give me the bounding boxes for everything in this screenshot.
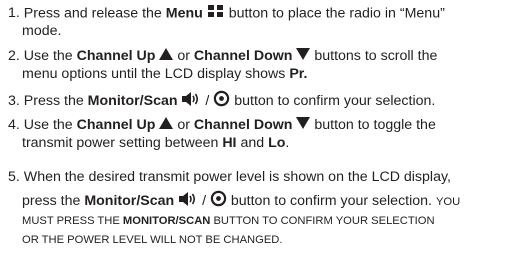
triangle-up-icon xyxy=(159,47,174,65)
step-4: 4. Use the Channel Up or Channel Down bu… xyxy=(8,116,436,134)
step-text: When the desired transmit power level is… xyxy=(23,169,451,185)
menu-grid-icon xyxy=(207,4,225,23)
speaker-icon xyxy=(178,191,198,212)
step-1: 1. Press and release the Menu button to … xyxy=(8,4,445,23)
caps-text: BUTTON TO CONFIRM YOUR SELECTION xyxy=(210,215,435,227)
scan-icon xyxy=(213,90,230,112)
lo-label: Lo xyxy=(268,135,286,151)
speaker-icon xyxy=(181,91,201,112)
step-5: 5. When the desired transmit power level… xyxy=(8,168,451,186)
step-5-line-2: press the Monitor/Scan / button to confi… xyxy=(22,190,460,212)
triangle-up-icon xyxy=(159,116,174,134)
step-text: . xyxy=(285,135,290,151)
hi-label: HI xyxy=(222,135,237,151)
step-number: 1. xyxy=(8,5,20,22)
channel-down-label: Channel Down xyxy=(193,48,293,64)
channel-up-label: Channel Up xyxy=(76,48,156,64)
step-5-line-4: OR THE POWER LEVEL WILL NOT BE CHANGED. xyxy=(22,234,283,246)
step-text: menu options until the LCD display shows xyxy=(22,66,290,82)
step-text: button to place the radio in “Menu” xyxy=(224,5,445,22)
step-text: Use the xyxy=(23,48,77,64)
step-2: 2. Use the Channel Up or Channel Down bu… xyxy=(8,47,437,65)
step-3: 3. Press the Monitor/Scan / button to co… xyxy=(8,90,435,112)
step-text: button to confirm your selection. xyxy=(230,92,436,109)
scan-icon xyxy=(210,190,227,212)
step-text: button to confirm your selection. xyxy=(226,192,436,209)
step-text: Press and release the xyxy=(23,5,166,22)
step-number: 3. xyxy=(8,92,20,109)
step-1-line-2: mode. xyxy=(22,23,62,39)
step-4-line-2: transmit power setting between HI and Lo… xyxy=(22,134,289,152)
monitor-scan-caps-label: MONITOR/SCAN xyxy=(122,215,211,227)
triangle-down-icon xyxy=(296,47,311,65)
triangle-down-icon xyxy=(296,116,311,134)
step-text: transmit power setting between xyxy=(22,135,223,151)
caps-text: YOU xyxy=(435,195,461,208)
step-number: 2. xyxy=(8,48,20,64)
step-number: 4. xyxy=(8,117,20,133)
step-text: Press the xyxy=(23,92,88,109)
pr-label: Pr. xyxy=(289,66,308,82)
step-text: and xyxy=(236,135,269,151)
step-text: buttons to scroll the xyxy=(310,48,438,64)
step-text: button to toggle the xyxy=(310,117,436,133)
step-text: or xyxy=(173,117,194,133)
menu-label: Menu xyxy=(165,5,203,22)
monitor-scan-label: Monitor/Scan xyxy=(87,92,178,109)
step-text: or xyxy=(173,48,194,64)
caps-text: MUST PRESS THE xyxy=(22,215,123,227)
channel-down-label: Channel Down xyxy=(193,117,293,133)
step-text: press the xyxy=(22,192,85,209)
step-2-line-2: menu options until the LCD display shows… xyxy=(22,65,308,83)
step-text: Use the xyxy=(23,117,77,133)
step-number: 5. xyxy=(8,169,20,185)
step-text: / xyxy=(198,192,210,209)
channel-up-label: Channel Up xyxy=(76,117,156,133)
step-5-line-3: MUST PRESS THE MONITOR/SCAN BUTTON TO CO… xyxy=(22,213,435,229)
monitor-scan-label: Monitor/Scan xyxy=(84,192,175,209)
step-text: / xyxy=(201,92,214,109)
